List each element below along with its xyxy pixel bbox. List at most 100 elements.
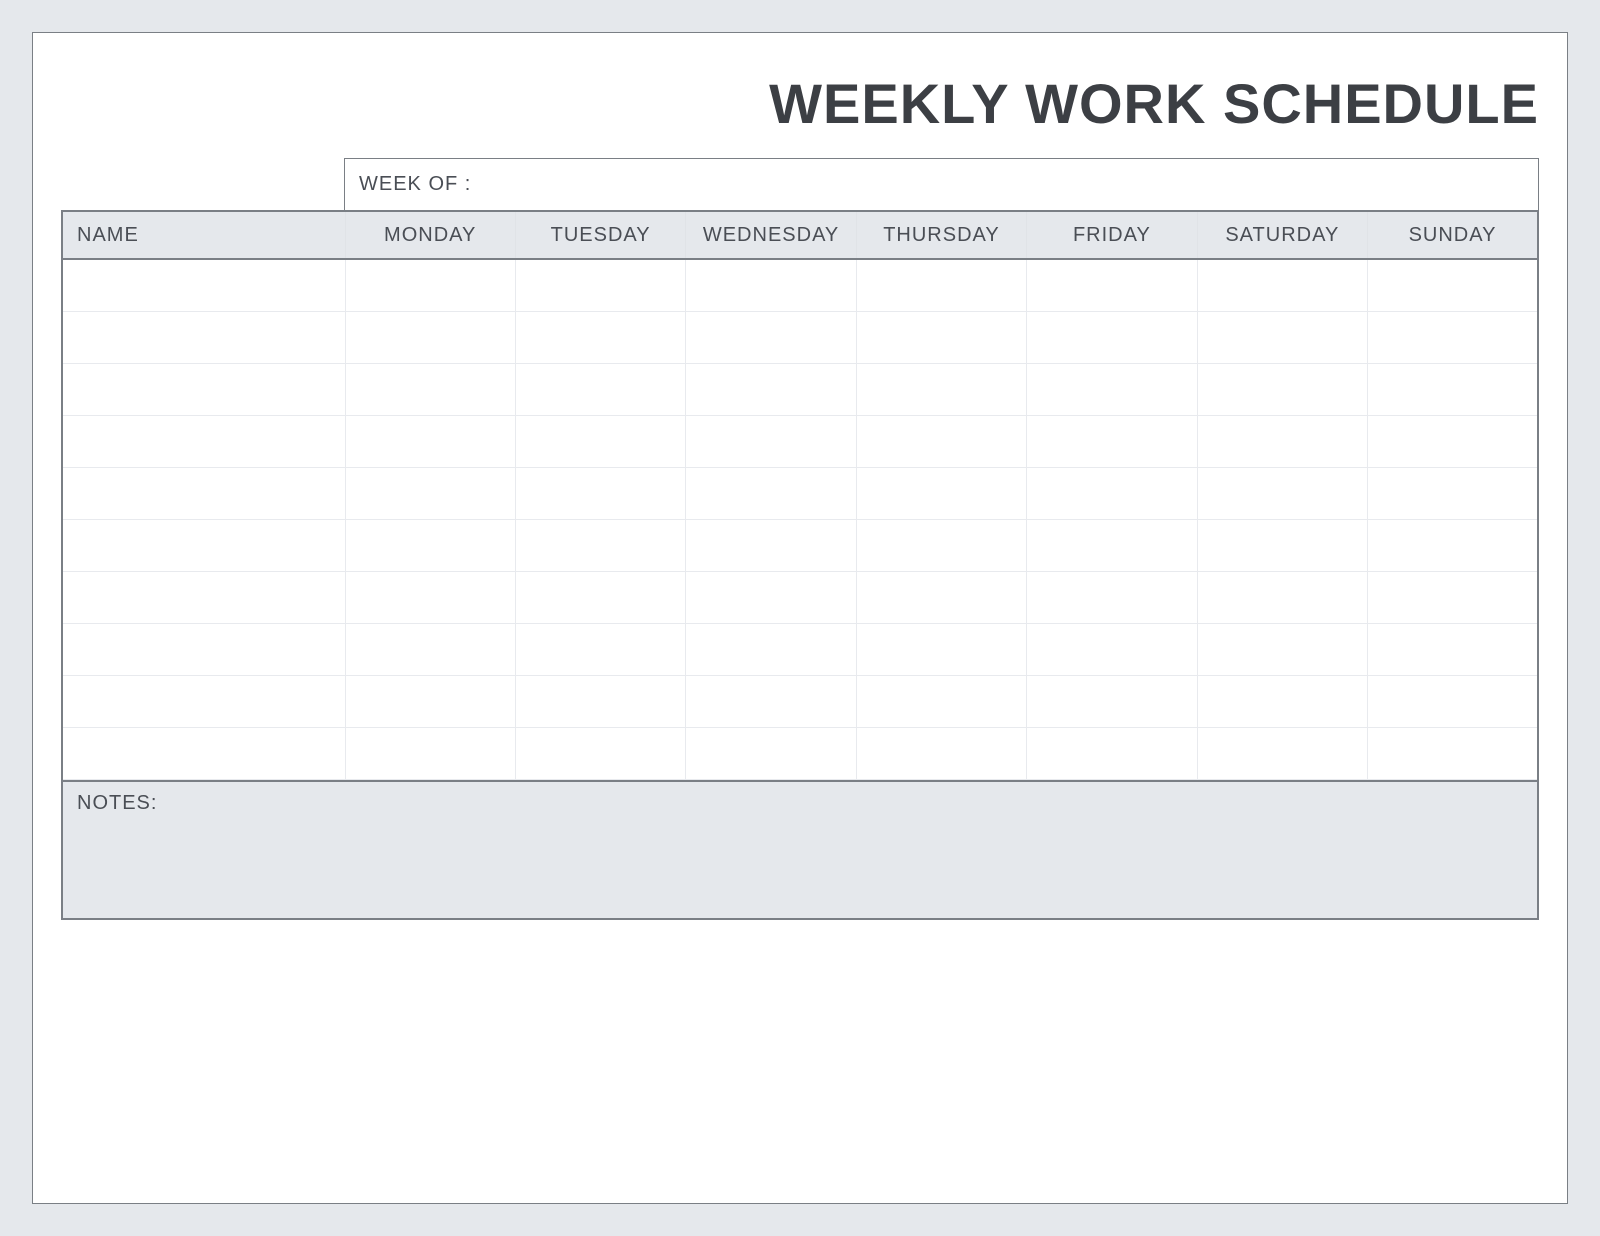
header-row: NAME MONDAY TUESDAY WEDNESDAY THURSDAY F…: [62, 211, 1538, 259]
name-cell[interactable]: [62, 415, 345, 467]
day-cell[interactable]: [686, 311, 856, 363]
name-cell[interactable]: [62, 311, 345, 363]
name-cell[interactable]: [62, 467, 345, 519]
name-cell[interactable]: [62, 571, 345, 623]
day-cell[interactable]: [1197, 311, 1367, 363]
table-row: [62, 311, 1538, 363]
day-cell[interactable]: [515, 415, 685, 467]
day-cell[interactable]: [515, 259, 685, 311]
day-cell[interactable]: [345, 363, 515, 415]
schedule-body: [62, 259, 1538, 779]
day-cell[interactable]: [1197, 623, 1367, 675]
day-cell[interactable]: [515, 467, 685, 519]
day-cell[interactable]: [345, 415, 515, 467]
day-cell[interactable]: [1197, 467, 1367, 519]
header-day-thu: THURSDAY: [856, 211, 1026, 259]
week-of-box[interactable]: WEEK OF :: [344, 158, 1539, 210]
day-cell[interactable]: [1197, 519, 1367, 571]
day-cell[interactable]: [856, 259, 1026, 311]
day-cell[interactable]: [1027, 415, 1197, 467]
table-row: [62, 623, 1538, 675]
day-cell[interactable]: [1027, 727, 1197, 779]
day-cell[interactable]: [1368, 311, 1538, 363]
day-cell[interactable]: [1368, 259, 1538, 311]
day-cell[interactable]: [856, 467, 1026, 519]
day-cell[interactable]: [1197, 727, 1367, 779]
day-cell[interactable]: [1368, 519, 1538, 571]
day-cell[interactable]: [345, 623, 515, 675]
name-cell[interactable]: [62, 363, 345, 415]
name-cell[interactable]: [62, 623, 345, 675]
day-cell[interactable]: [686, 363, 856, 415]
day-cell[interactable]: [1368, 727, 1538, 779]
day-cell[interactable]: [515, 727, 685, 779]
day-cell[interactable]: [1368, 623, 1538, 675]
header-day-wed: WEDNESDAY: [686, 211, 856, 259]
day-cell[interactable]: [1197, 363, 1367, 415]
day-cell[interactable]: [1197, 415, 1367, 467]
day-cell[interactable]: [345, 571, 515, 623]
day-cell[interactable]: [1197, 571, 1367, 623]
day-cell[interactable]: [686, 623, 856, 675]
day-cell[interactable]: [1027, 623, 1197, 675]
day-cell[interactable]: [856, 623, 1026, 675]
week-of-row: WEEK OF :: [61, 158, 1539, 210]
day-cell[interactable]: [856, 311, 1026, 363]
day-cell[interactable]: [1197, 259, 1367, 311]
day-cell[interactable]: [1027, 675, 1197, 727]
day-cell[interactable]: [1368, 363, 1538, 415]
notes-box[interactable]: NOTES:: [61, 780, 1539, 920]
table-row: [62, 571, 1538, 623]
day-cell[interactable]: [345, 727, 515, 779]
day-cell[interactable]: [686, 675, 856, 727]
day-cell[interactable]: [1027, 519, 1197, 571]
day-cell[interactable]: [856, 675, 1026, 727]
name-cell[interactable]: [62, 727, 345, 779]
table-row: [62, 363, 1538, 415]
day-cell[interactable]: [1368, 415, 1538, 467]
day-cell[interactable]: [856, 415, 1026, 467]
day-cell[interactable]: [1027, 363, 1197, 415]
day-cell[interactable]: [686, 259, 856, 311]
header-day-sun: SUNDAY: [1368, 211, 1538, 259]
day-cell[interactable]: [686, 519, 856, 571]
day-cell[interactable]: [1368, 571, 1538, 623]
day-cell[interactable]: [1027, 571, 1197, 623]
day-cell[interactable]: [515, 363, 685, 415]
day-cell[interactable]: [1368, 467, 1538, 519]
day-cell[interactable]: [345, 467, 515, 519]
day-cell[interactable]: [515, 675, 685, 727]
day-cell[interactable]: [686, 571, 856, 623]
day-cell[interactable]: [1027, 467, 1197, 519]
table-row: [62, 727, 1538, 779]
name-cell[interactable]: [62, 259, 345, 311]
schedule-page: WEEKLY WORK SCHEDULE WEEK OF : NAME MOND…: [32, 32, 1568, 1204]
day-cell[interactable]: [1368, 675, 1538, 727]
week-of-spacer: [61, 158, 344, 210]
table-row: [62, 415, 1538, 467]
day-cell[interactable]: [686, 415, 856, 467]
day-cell[interactable]: [515, 311, 685, 363]
day-cell[interactable]: [856, 519, 1026, 571]
name-cell[interactable]: [62, 519, 345, 571]
day-cell[interactable]: [856, 363, 1026, 415]
day-cell[interactable]: [1027, 311, 1197, 363]
day-cell[interactable]: [1197, 675, 1367, 727]
page-title: WEEKLY WORK SCHEDULE: [61, 71, 1539, 136]
day-cell[interactable]: [515, 519, 685, 571]
header-day-fri: FRIDAY: [1027, 211, 1197, 259]
day-cell[interactable]: [856, 571, 1026, 623]
day-cell[interactable]: [515, 571, 685, 623]
day-cell[interactable]: [345, 675, 515, 727]
day-cell[interactable]: [345, 259, 515, 311]
day-cell[interactable]: [345, 519, 515, 571]
day-cell[interactable]: [856, 727, 1026, 779]
day-cell[interactable]: [345, 311, 515, 363]
day-cell[interactable]: [1027, 259, 1197, 311]
day-cell[interactable]: [686, 467, 856, 519]
table-row: [62, 467, 1538, 519]
day-cell[interactable]: [686, 727, 856, 779]
schedule-table: NAME MONDAY TUESDAY WEDNESDAY THURSDAY F…: [61, 210, 1539, 780]
day-cell[interactable]: [515, 623, 685, 675]
name-cell[interactable]: [62, 675, 345, 727]
